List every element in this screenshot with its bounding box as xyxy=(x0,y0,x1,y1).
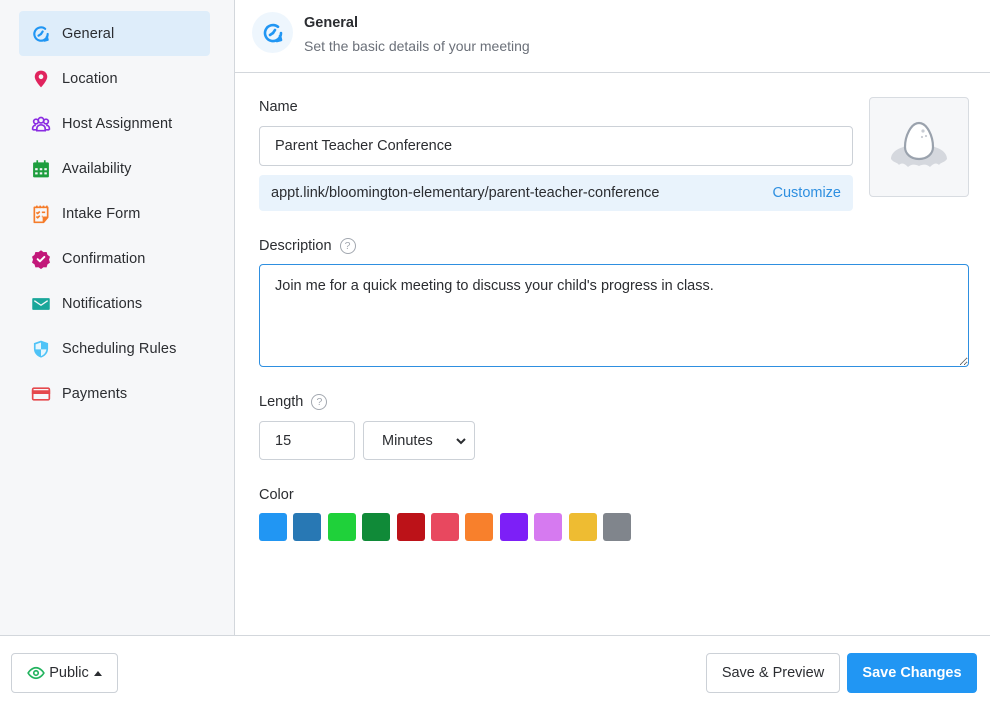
visibility-dropdown-button[interactable]: Public xyxy=(11,653,118,693)
length-unit-select[interactable]: Minutes xyxy=(363,421,475,460)
sidebar-item-confirmation[interactable]: Confirmation xyxy=(19,236,210,281)
caret-up-icon xyxy=(93,670,102,676)
color-swatch[interactable] xyxy=(534,513,563,541)
sidebar-item-label: Payments xyxy=(62,385,128,402)
footer-bar: Public Save & Preview Save Changes xyxy=(0,635,990,705)
save-changes-button[interactable]: Save Changes xyxy=(847,653,977,693)
color-swatch[interactable] xyxy=(362,513,391,541)
page-title: General xyxy=(304,15,358,31)
sidebar-item-label: Confirmation xyxy=(62,250,146,267)
credit-card-icon xyxy=(30,383,52,405)
help-icon[interactable]: ? xyxy=(311,394,328,410)
sidebar-item-intake-form[interactable]: Intake Form xyxy=(19,191,210,236)
color-swatch[interactable] xyxy=(396,513,425,541)
sidebar-item-label: Intake Form xyxy=(62,205,141,222)
sidebar-item-location[interactable]: Location xyxy=(19,56,210,101)
name-label-text: Name xyxy=(259,99,298,115)
color-swatch[interactable] xyxy=(602,513,631,541)
name-input[interactable] xyxy=(259,126,853,166)
shield-icon xyxy=(30,338,52,360)
color-swatch[interactable] xyxy=(430,513,459,541)
map-pin-icon xyxy=(30,68,52,90)
color-label: Color xyxy=(259,487,294,503)
sidebar-item-label: Availability xyxy=(62,160,132,177)
sidebar-item-general[interactable]: General xyxy=(19,11,210,56)
section-header: General Set the basic details of your me… xyxy=(235,0,990,73)
clock-refresh-icon xyxy=(252,12,293,53)
color-swatch[interactable] xyxy=(499,513,528,541)
clock-refresh-icon xyxy=(30,23,52,45)
length-unit-value: Minutes xyxy=(382,432,433,449)
visibility-label: Public xyxy=(49,665,89,681)
egg-in-nest-icon xyxy=(891,121,947,167)
sidebar: General Location Host Assignment Availab… xyxy=(0,0,235,635)
sidebar-item-label: Location xyxy=(62,70,118,87)
sidebar-item-availability[interactable]: Availability xyxy=(19,146,210,191)
sidebar-item-notifications[interactable]: Notifications xyxy=(19,281,210,326)
checklist-icon xyxy=(30,203,52,225)
calendar-icon xyxy=(30,158,52,180)
color-swatches xyxy=(259,513,637,541)
name-label: Name xyxy=(259,99,298,115)
sidebar-item-host-assignment[interactable]: Host Assignment xyxy=(19,101,210,146)
sidebar-item-label: Notifications xyxy=(62,295,143,312)
meeting-image-upload[interactable] xyxy=(869,97,969,197)
check-badge-icon xyxy=(30,248,52,270)
color-swatch[interactable] xyxy=(259,513,287,541)
page-subtitle: Set the basic details of your meeting xyxy=(304,38,530,54)
sidebar-item-scheduling-rules[interactable]: Scheduling Rules xyxy=(19,326,210,371)
color-swatch[interactable] xyxy=(568,513,597,541)
color-swatch[interactable] xyxy=(293,513,322,541)
length-label: Length ? xyxy=(259,394,328,410)
customize-link-button[interactable]: Customize xyxy=(773,185,842,201)
sidebar-item-payments[interactable]: Payments xyxy=(19,371,210,416)
users-icon xyxy=(30,113,52,135)
length-input[interactable] xyxy=(259,421,355,460)
description-textarea[interactable]: Join me for a quick meeting to discuss y… xyxy=(259,264,969,367)
booking-link: appt.link/bloomington-elementary/parent-… xyxy=(259,175,853,211)
save-and-preview-button[interactable]: Save & Preview xyxy=(706,653,840,693)
color-swatch[interactable] xyxy=(327,513,356,541)
description-label-text: Description xyxy=(259,238,332,254)
color-label-text: Color xyxy=(259,487,294,503)
sidebar-item-label: General xyxy=(62,25,115,42)
length-label-text: Length xyxy=(259,394,304,410)
chevron-down-icon xyxy=(456,437,466,444)
eye-icon xyxy=(27,666,46,680)
sidebar-nav: General Location Host Assignment Availab… xyxy=(0,0,234,416)
sidebar-item-label: Scheduling Rules xyxy=(62,340,177,357)
envelope-icon xyxy=(30,293,52,315)
color-swatch[interactable] xyxy=(465,513,494,541)
description-label: Description ? xyxy=(259,238,356,254)
help-icon[interactable]: ? xyxy=(339,238,356,254)
booking-link-url: appt.link/bloomington-elementary/parent-… xyxy=(271,185,660,201)
sidebar-item-label: Host Assignment xyxy=(62,115,173,132)
